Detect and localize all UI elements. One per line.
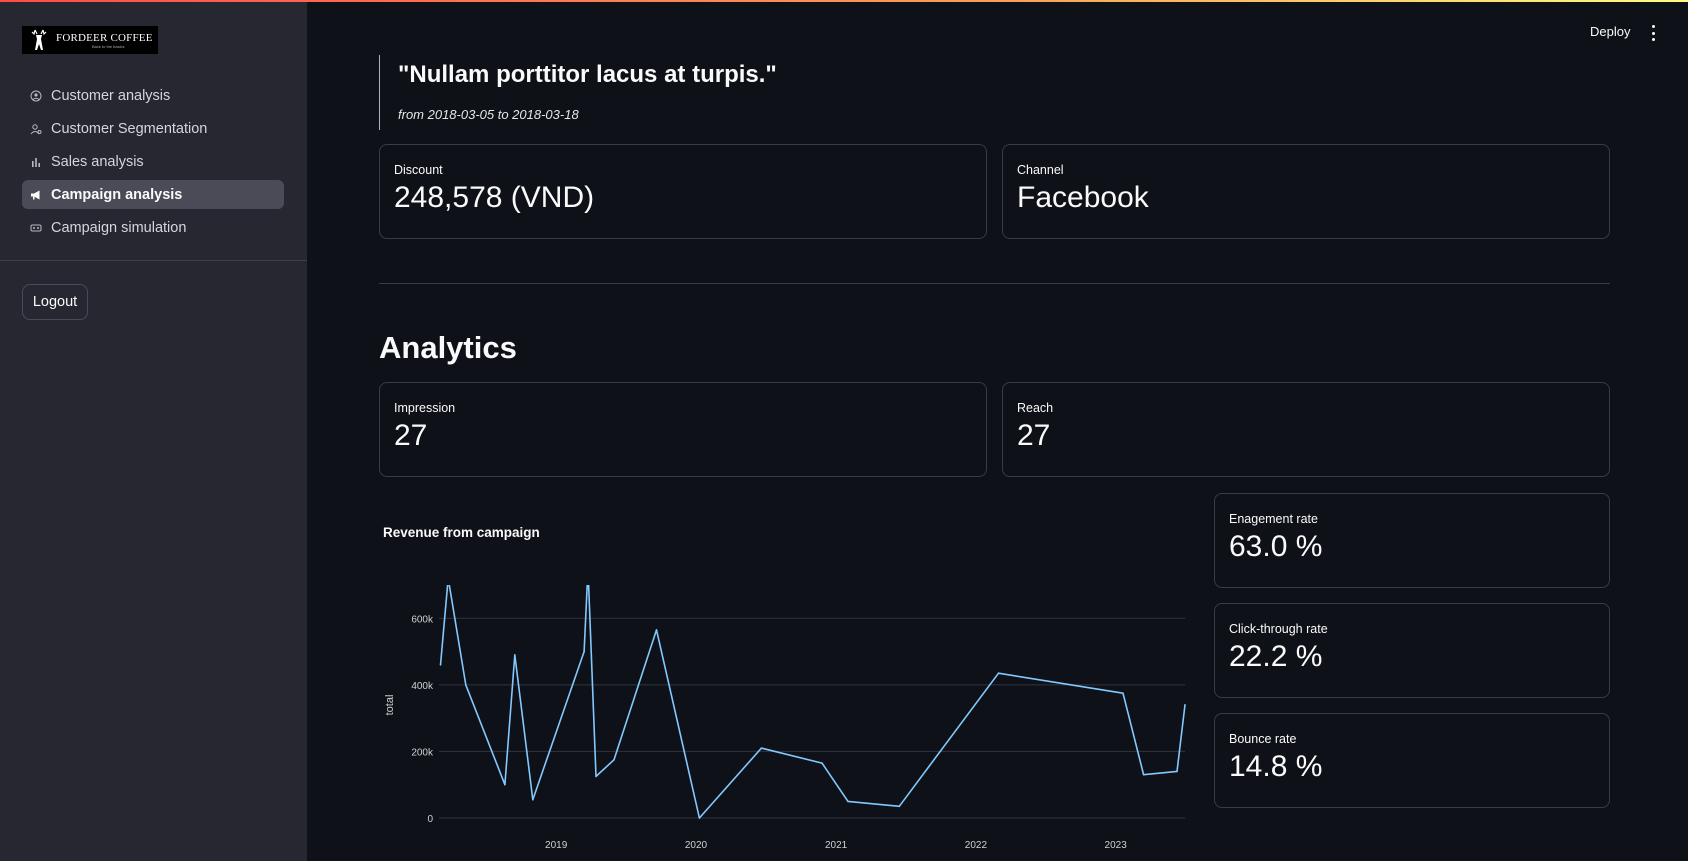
segmentation-icon	[30, 123, 42, 135]
sidebar-item-sales-analysis[interactable]: Sales analysis	[22, 147, 284, 176]
data-point	[514, 654, 516, 656]
x-tick-label: 2021	[825, 840, 848, 851]
sidebar-item-campaign-analysis[interactable]: Campaign analysis	[22, 180, 284, 209]
data-point	[1176, 770, 1178, 773]
metric-engagement-rate: Enagement rate 63.0 %	[1214, 493, 1610, 588]
campaign-title: "Nullam porttitor lacus at turpis."	[398, 61, 777, 88]
megaphone-icon	[30, 189, 42, 201]
data-point	[655, 629, 658, 631]
data-point	[1142, 773, 1145, 776]
metric-label: Impression	[394, 401, 456, 415]
metric-impression: Impression 27	[379, 382, 987, 477]
x-tick-label: 2023	[1105, 840, 1128, 851]
revenue-line-chart[interactable]: 0 200k 400k 600k total 2019 2020 2021 2022 2023	[379, 585, 1189, 861]
x-tick-label: 2019	[545, 840, 568, 851]
metric-click-through-rate: Click-through rate 22.2 %	[1214, 603, 1610, 698]
data-point	[439, 664, 442, 666]
sidebar-item-label: Customer analysis	[51, 87, 171, 104]
y-axis-label: total	[384, 695, 396, 716]
sidebar-item-label: Customer Segmentation	[51, 120, 208, 137]
data-point	[504, 783, 506, 786]
deer-logo-icon	[30, 28, 50, 52]
y-tick-label: 400k	[411, 681, 434, 692]
metric-value: Facebook	[1017, 181, 1149, 214]
metric-label: Enagement rate	[1229, 512, 1318, 526]
logout-button[interactable]: Logout	[22, 284, 88, 320]
sidebar-item-label: Campaign simulation	[51, 219, 187, 236]
data-point	[1122, 692, 1124, 694]
user-circle-icon	[30, 90, 42, 102]
data-point	[847, 800, 849, 803]
x-tick-label: 2020	[685, 840, 708, 851]
sidebar-item-campaign-simulation[interactable]: Campaign simulation	[22, 213, 284, 242]
metric-label: Bounce rate	[1229, 732, 1297, 746]
metric-reach: Reach 27	[1002, 382, 1610, 477]
metric-value: 27	[394, 419, 428, 452]
y-tick-label: 600k	[411, 614, 434, 625]
sidebar-item-label: Sales analysis	[51, 153, 144, 170]
analytics-heading: Analytics	[379, 330, 517, 365]
logo[interactable]: FORDEER COFFEE Back to the basics	[22, 26, 158, 54]
metric-bounce-rate: Bounce rate 14.8 %	[1214, 713, 1610, 808]
metric-discount: Discount 248,578 (VND)	[379, 144, 987, 239]
kebab-menu-icon[interactable]	[1649, 25, 1657, 41]
data-point	[532, 798, 534, 801]
series-line	[439, 585, 1186, 819]
deploy-button[interactable]: Deploy	[1590, 24, 1630, 39]
y-tick-label: 0	[427, 814, 433, 825]
metric-value: 248,578 (VND)	[394, 181, 595, 214]
data-point	[583, 650, 585, 653]
sidebar-divider	[0, 260, 307, 261]
metric-label: Click-through rate	[1229, 622, 1328, 636]
data-point	[760, 747, 763, 749]
data-point	[898, 805, 901, 808]
campaign-quote: "Nullam porttitor lacus at turpis." from…	[379, 55, 777, 130]
sidebar: FORDEER COFFEE Back to the basics Custom…	[0, 0, 307, 861]
data-point	[595, 775, 597, 778]
logo-tagline: Back to the basics	[92, 44, 125, 49]
data-point	[698, 817, 701, 819]
data-point	[465, 684, 467, 686]
sidebar-nav: Customer analysis Customer Segmentation …	[22, 81, 284, 246]
metric-value: 22.2 %	[1229, 640, 1323, 673]
x-tick-label: 2022	[965, 840, 988, 851]
sidebar-item-label: Campaign analysis	[51, 186, 183, 203]
metric-channel: Channel Facebook	[1002, 144, 1610, 239]
metric-value: 14.8 %	[1229, 750, 1323, 783]
metric-value: 63.0 %	[1229, 530, 1323, 563]
metric-label: Channel	[1017, 163, 1064, 177]
top-accent-bar	[0, 0, 1688, 2]
data-point	[997, 672, 1000, 675]
campaign-date-range: from 2018-03-05 to 2018-03-18	[398, 107, 579, 122]
metric-label: Reach	[1017, 401, 1054, 415]
bar-chart-icon	[30, 156, 42, 168]
data-point	[821, 762, 823, 764]
logo-brand: FORDEER COFFEE	[56, 32, 153, 44]
simulation-icon	[30, 222, 42, 234]
section-divider	[379, 283, 1610, 284]
y-tick-label: 200k	[411, 747, 434, 758]
metric-label: Discount	[394, 163, 443, 177]
data-point	[1184, 704, 1186, 706]
chart-title: Revenue from campaign	[383, 525, 540, 540]
data-point	[613, 758, 615, 761]
sidebar-item-customer-segmentation[interactable]: Customer Segmentation	[22, 114, 284, 143]
metric-value: 27	[1017, 419, 1051, 452]
sidebar-item-customer-analysis[interactable]: Customer analysis	[22, 81, 284, 110]
